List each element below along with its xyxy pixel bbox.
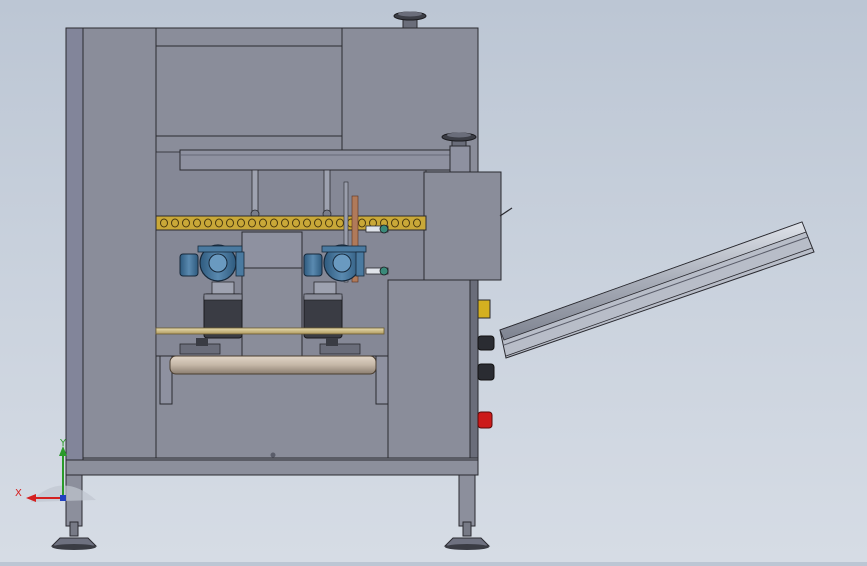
cad-viewport: Y X [0,0,867,562]
right-leg [443,473,491,550]
machine-assembly-drawing: Y X [15,11,815,550]
indicator-light-yellow [477,299,491,319]
central-feed-block [241,231,303,357]
left-leg [50,473,98,550]
emergency-stop-button [477,411,493,429]
selector-switch-1 [477,335,495,351]
upper-crossbeam [179,145,471,173]
top-handwheel [393,11,427,29]
side-cabinet-upper [423,171,513,281]
base-frame-beam [65,457,479,476]
discharge-chute [499,221,815,359]
triad-x-label: X [15,488,22,499]
control-cabinet [387,279,479,459]
horizontal-rod [155,327,385,335]
control-panel [477,299,495,429]
triad-y-label: Y [59,438,67,449]
selector-switch-2 [477,363,495,381]
